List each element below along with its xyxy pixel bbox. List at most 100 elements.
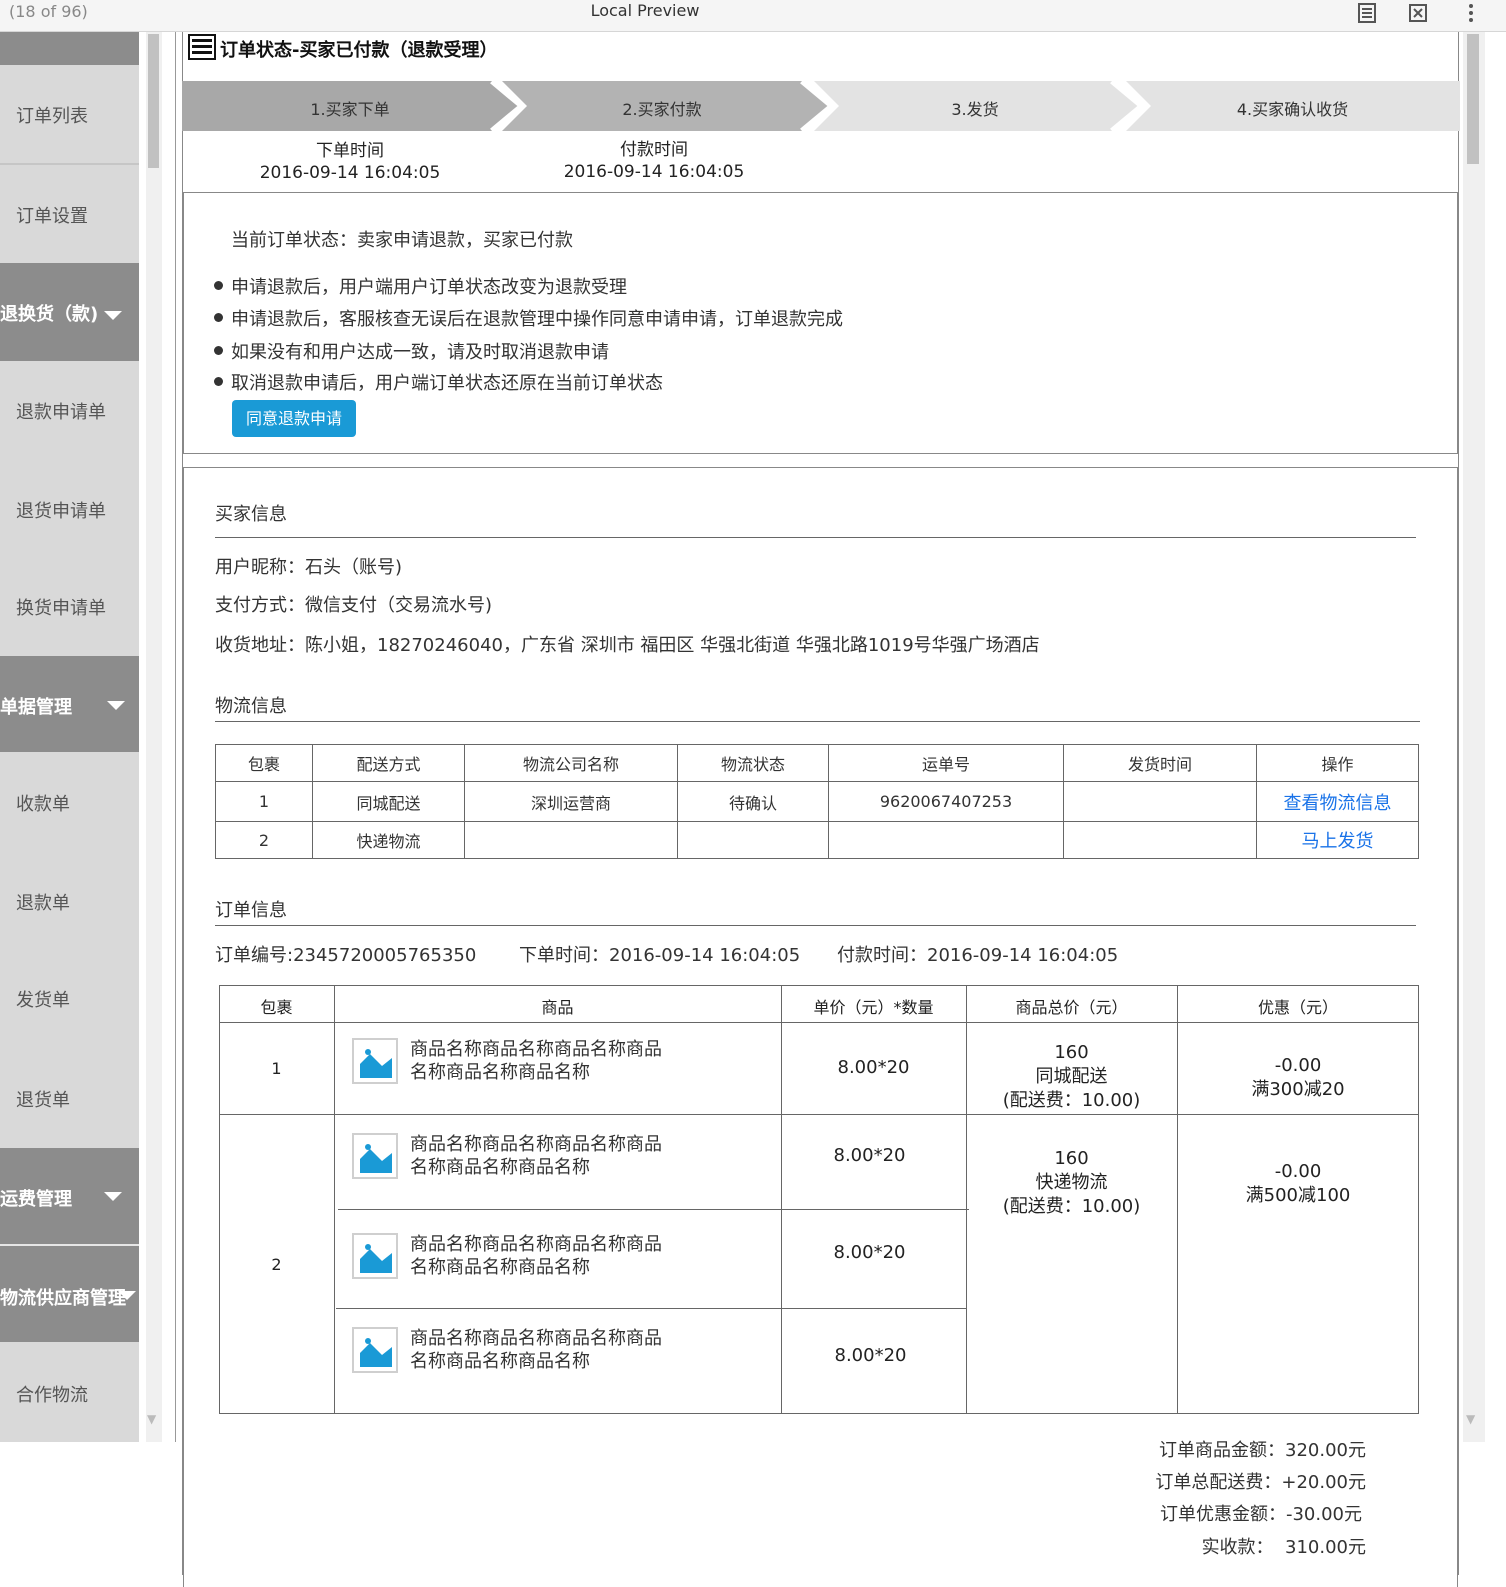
status-note: 申请退款后，用户端用户订单状态改变为退款受理 <box>214 273 627 299</box>
chevron-down-icon <box>104 1192 122 1201</box>
view-logistics-link[interactable]: 查看物流信息 <box>1284 793 1392 814</box>
delivery-method: 快递物流 <box>312 821 465 859</box>
column-header: 发货时间 <box>1063 744 1257 782</box>
main-scrollbar-thumb[interactable] <box>1467 34 1479 164</box>
chevron-down-icon <box>104 311 122 320</box>
sidebar-item-label: 退款申请单 <box>16 402 106 423</box>
step-2-label: 2.买家付款 <box>622 100 702 119</box>
payment-method: 支付方式：微信支付（交易流水号) <box>215 595 493 616</box>
list-icon <box>188 34 216 60</box>
sidebar-item-label: 订单设置 <box>16 206 88 227</box>
tracking-number <box>828 821 1064 859</box>
export-icon[interactable] <box>1406 2 1430 26</box>
product-name: 名称商品名称商品名称 <box>410 1062 590 1083</box>
column-header: 配送方式 <box>312 744 465 782</box>
product-name: 商品名称商品名称商品名称商品 <box>410 1328 662 1349</box>
sidebar-item-refunds[interactable]: 退款单 <box>0 850 139 948</box>
logistics-status <box>677 821 829 859</box>
chevron-down-icon <box>107 701 125 710</box>
sidebar-group-label: 物流供应商管理 <box>0 1288 126 1309</box>
column-header: 包裹 <box>215 744 313 782</box>
sidebar-item-refund-requests[interactable]: 退款申请单 <box>0 361 139 459</box>
sidebar-group-freight[interactable]: 运费管理 <box>0 1148 139 1244</box>
unit-price-qty: 8.00*20 <box>837 1057 910 1078</box>
status-note: 取消退款申请后，用户端订单状态还原在当前订单状态 <box>214 369 663 395</box>
document-icon[interactable] <box>1355 2 1379 26</box>
image-placeholder-icon <box>352 1038 398 1084</box>
column-header: 优惠（元） <box>1257 998 1338 1017</box>
step-3-label: 3.发货 <box>951 100 999 119</box>
discount-total: 订单优惠金额：-30.00元 <box>1159 1504 1362 1525</box>
tracking-number: 9620067407253 <box>828 781 1064 822</box>
agree-refund-button[interactable]: 同意退款申请 <box>232 400 356 437</box>
product-item[interactable]: 商品名称商品名称商品名称商品 名称商品名称商品名称 <box>352 1327 772 1373</box>
order-time: 下单时间：2016-09-14 16:04:05 <box>519 945 801 966</box>
logistics-company <box>464 821 678 859</box>
column-header: 物流状态 <box>677 744 829 782</box>
step-1-label: 1.买家下单 <box>310 100 390 119</box>
product-name: 名称商品名称商品名称 <box>410 1257 590 1278</box>
main-scrollbar[interactable] <box>1463 32 1485 1442</box>
table-header-row: 包裹 配送方式 物流公司名称 物流状态 运单号 发货时间 操作 <box>215 744 1419 782</box>
delivery-method: 同城配送 <box>312 781 465 822</box>
product-item[interactable]: 商品名称商品名称商品名称商品 名称商品名称商品名称 <box>352 1233 772 1279</box>
product-item[interactable]: 商品名称商品名称商品名称商品 名称商品名称商品名称 <box>352 1133 772 1179</box>
sidebar-group-label: 运费管理 <box>0 1189 72 1210</box>
sidebar-item-shipments[interactable]: 发货单 <box>0 948 139 1046</box>
sidebar-group-returns[interactable]: 退换货（款) <box>0 263 139 361</box>
product-name: 商品名称商品名称商品名称商品 <box>410 1234 662 1255</box>
sidebar: 订单列表 订单设置 退换货（款) 退款申请单 退货申请单 换货申请单 单据管理 … <box>0 32 139 1442</box>
package-no: 2 <box>215 821 313 859</box>
sidebar-item-order-settings[interactable]: 订单设置 <box>0 165 139 263</box>
column-header: 包裹 <box>260 998 293 1017</box>
logistics-table: 包裹 配送方式 物流公司名称 物流状态 运单号 发货时间 操作 1 同城配送 深… <box>215 744 1419 859</box>
sidebar-group-logistics-suppliers[interactable]: 物流供应商管理 <box>0 1246 139 1342</box>
order-time-value: 2016-09-14 16:04:05 <box>259 163 441 183</box>
shipping-address: 收货地址：陈小姐，18270246040，广东省 深圳市 福田区 华强北街道 华… <box>215 635 1040 656</box>
package-discount: -0.00 满500减100 <box>1245 1161 1351 1206</box>
sidebar-group-documents[interactable]: 单据管理 <box>0 656 139 752</box>
window-title: Local Preview <box>590 1 700 20</box>
sidebar-group-top <box>0 32 139 65</box>
column-header: 商品 <box>541 998 574 1017</box>
product-item[interactable]: 商品名称商品名称商品名称商品 名称商品名称商品名称 <box>352 1038 772 1084</box>
chevron-down-icon <box>118 1291 136 1300</box>
sidebar-scrollbar[interactable] <box>146 32 162 1442</box>
logistics-company: 深圳运营商 <box>464 781 678 822</box>
package-no: 1 <box>215 781 313 822</box>
scroll-down-icon[interactable]: ▼ <box>147 1412 156 1426</box>
page-title: 订单状态-买家已付款（退款受理） <box>220 40 498 61</box>
column-header: 运单号 <box>828 744 1064 782</box>
sidebar-item-label: 换货申请单 <box>16 598 106 619</box>
more-menu-icon[interactable] <box>1459 2 1483 26</box>
status-note: 申请退款后，客服核查无误后在退款管理中操作同意申请申请，订单退款完成 <box>214 305 843 331</box>
logistics-info-title: 物流信息 <box>215 696 287 717</box>
sidebar-item-order-list[interactable]: 订单列表 <box>0 65 139 163</box>
scroll-down-icon[interactable]: ▼ <box>1466 1412 1475 1426</box>
order-info-title: 订单信息 <box>215 900 287 921</box>
sidebar-item-label: 退款单 <box>16 893 70 914</box>
sidebar-item-return-requests[interactable]: 退货申请单 <box>0 459 139 557</box>
logistics-status: 待确认 <box>677 781 829 822</box>
goods-amount: 订单商品金额：320.00元 <box>1159 1440 1366 1461</box>
package-no: 1 <box>271 1059 282 1078</box>
sidebar-item-partner-logistics[interactable]: 合作物流 <box>0 1344 139 1442</box>
sidebar-item-exchange-requests[interactable]: 换货申请单 <box>0 557 139 655</box>
buyer-info-title: 买家信息 <box>215 504 287 525</box>
ship-time <box>1063 821 1257 859</box>
sidebar-item-receipts[interactable]: 收款单 <box>0 752 139 850</box>
product-name: 商品名称商品名称商品名称商品 <box>410 1134 662 1155</box>
sidebar-item-label: 收款单 <box>16 794 70 815</box>
product-name: 商品名称商品名称商品名称商品 <box>410 1039 662 1060</box>
ship-now-link[interactable]: 马上发货 <box>1302 831 1374 852</box>
sidebar-scrollbar-thumb[interactable] <box>148 34 159 168</box>
step-4-label: 4.买家确认收货 <box>1236 100 1349 119</box>
sidebar-item-label: 订单列表 <box>16 106 88 127</box>
sidebar-item-returns[interactable]: 退货单 <box>0 1046 139 1148</box>
package-total: 160 快递物流 (配送费：10.00) <box>1002 1148 1141 1217</box>
ship-time <box>1063 781 1257 822</box>
column-header: 商品总价（元） <box>1015 998 1128 1017</box>
order-number: 订单编号:2345720005765350 <box>215 945 477 966</box>
order-time-label: 下单时间 <box>316 141 384 161</box>
column-header: 物流公司名称 <box>464 744 678 782</box>
